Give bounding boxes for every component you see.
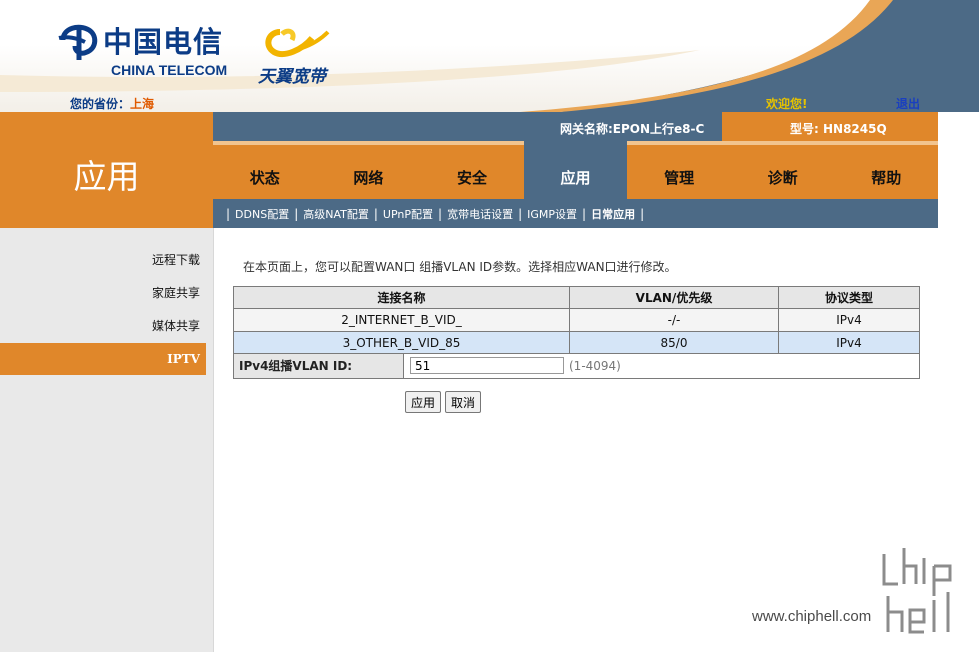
province-indicator: 您的省份：上海 — [70, 95, 154, 112]
tab-diagnosis[interactable]: 诊断 — [730, 141, 835, 199]
sidebar-item-iptv[interactable]: IPTV — [0, 343, 206, 375]
column-header-protocol: 协议类型 — [778, 286, 920, 309]
subnav-separator: | — [373, 206, 378, 221]
cancel-button[interactable]: 取消 — [445, 391, 482, 413]
section-title: 应用 — [73, 157, 140, 196]
sidebar-item-media-sharing[interactable]: 媒体共享 — [0, 311, 206, 341]
table-row[interactable]: 2_INTERNET_B_VID_ -/- IPv4 — [233, 308, 920, 332]
model-number: 型号: HN8245Q — [790, 122, 887, 136]
main-nav: 状态 网络 安全 应用 管理 诊断 帮助 — [213, 141, 939, 199]
apply-button[interactable]: 应用 — [405, 391, 442, 413]
column-header-vlan-priority: VLAN/优先级 — [569, 286, 779, 309]
cell-protocol: IPv4 — [778, 331, 920, 355]
cell-vlan-priority: 85/0 — [569, 331, 779, 355]
subnav-ddns[interactable]: DDNS配置 — [235, 206, 289, 222]
welcome-text: 欢迎您! — [766, 97, 808, 111]
sub-nav: | DDNS配置 | 高级NAT配置 | UPnP配置 | 宽带电话设置 | I… — [213, 199, 938, 228]
subnav-broadband-phone[interactable]: 宽带电话设置 — [447, 206, 513, 222]
tab-security[interactable]: 安全 — [420, 141, 524, 199]
gateway-name: 网关名称:EPON上行e8-C — [560, 122, 705, 136]
china-telecom-emblem-icon — [58, 24, 98, 60]
vlan-range-hint: (1-4094) — [569, 359, 621, 373]
subnav-separator: | — [582, 206, 587, 221]
subnav-separator: | — [226, 206, 231, 221]
subnav-separator: | — [518, 206, 523, 221]
table-row-selected[interactable]: 3_OTHER_B_VID_85 85/0 IPv4 — [233, 331, 920, 355]
tab-application[interactable]: 应用 — [523, 141, 628, 199]
wan-connection-table: 连接名称 VLAN/优先级 协议类型 2_INTERNET_B_VID_ -/-… — [233, 286, 920, 355]
tab-help[interactable]: 帮助 — [834, 141, 939, 199]
subnav-upnp[interactable]: UPnP配置 — [383, 206, 433, 222]
subnav-separator: | — [438, 206, 443, 221]
header-banner: 中国电信 CHINA TELECOM 天翼宽带 您的省份：上海 欢迎您! 退出 — [0, 0, 979, 112]
subnav-separator: | — [640, 206, 645, 221]
cell-protocol: IPv4 — [778, 308, 920, 332]
multicast-vlan-input[interactable] — [410, 357, 564, 374]
logout-link[interactable]: 退出 — [896, 95, 920, 112]
column-header-connection-name: 连接名称 — [233, 286, 570, 309]
tab-management[interactable]: 管理 — [627, 141, 731, 199]
subnav-separator: | — [294, 206, 299, 221]
brand-name-en: CHINA TELECOM — [111, 62, 228, 78]
multicast-vlan-row: IPv4组播VLAN ID: (1-4094) — [233, 353, 920, 379]
product-name: 天翼宽带 — [258, 67, 326, 87]
multicast-vlan-label: IPv4组播VLAN ID: — [234, 354, 404, 378]
table-header-row: 连接名称 VLAN/优先级 协议类型 — [233, 286, 920, 309]
cell-vlan-priority: -/- — [569, 308, 779, 332]
page-description: 在本页面上，您可以配置WAN口 组播VLAN ID参数。选择相应WAN口进行修改… — [243, 260, 677, 274]
tab-status[interactable]: 状态 — [213, 141, 317, 199]
cell-connection-name: 3_OTHER_B_VID_85 — [233, 331, 570, 355]
province-value: 上海 — [130, 97, 155, 111]
cell-connection-name: 2_INTERNET_B_VID_ — [233, 308, 570, 332]
content-divider — [213, 228, 217, 652]
china-telecom-logo: 中国电信 — [57, 22, 223, 62]
tab-network[interactable]: 网络 — [316, 141, 421, 199]
subnav-igmp[interactable]: IGMP设置 — [527, 206, 577, 222]
brand-name-cn: 中国电信 — [103, 25, 224, 59]
sidebar-item-remote-download[interactable]: 远程下载 — [0, 245, 206, 275]
subnav-daily-apps[interactable]: 日常应用 — [591, 206, 635, 222]
tianyi-logo-icon — [265, 28, 330, 58]
chiphell-watermark-logo — [880, 548, 954, 636]
sidebar-item-home-sharing[interactable]: 家庭共享 — [0, 278, 206, 308]
sidebar: 远程下载 家庭共享 媒体共享 IPTV — [0, 228, 213, 652]
subnav-advanced-nat[interactable]: 高级NAT配置 — [303, 206, 369, 222]
province-label: 您的省份： — [70, 97, 131, 111]
watermark-site-text: www.chiphell.com — [752, 608, 872, 625]
